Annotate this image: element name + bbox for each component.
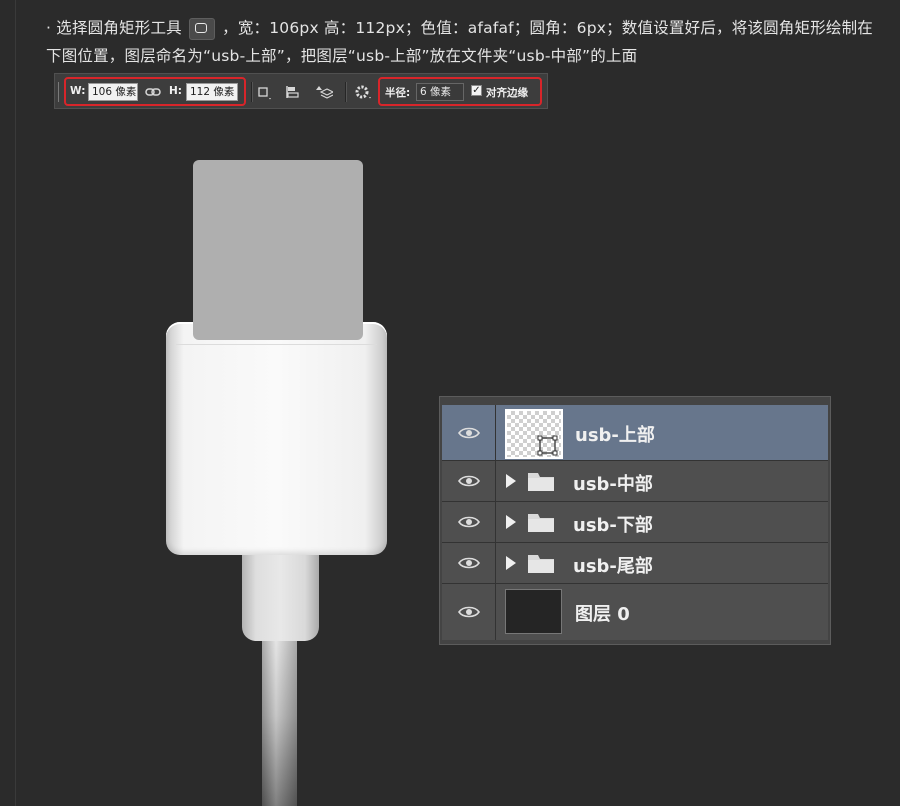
shape-options-toolbar: W: 106 像素 H: 112 像素 半径: 6 像素 ✓ 对齐边缘 [54,73,548,109]
expand-arrow-icon[interactable] [506,556,516,570]
path-operations-icon[interactable] [256,83,274,101]
radius-input[interactable]: 6 像素 [416,83,464,101]
usb-neck [242,555,319,641]
expand-arrow-icon[interactable] [506,474,516,488]
expand-arrow-icon[interactable] [506,515,516,529]
instruction-text-part: · 选择圆角矩形工具 [46,19,182,37]
folder-icon [528,514,554,532]
gear-icon[interactable] [353,83,373,101]
rounded-rectangle-tool-icon [189,17,215,40]
usb-body [166,322,387,555]
eye-icon [458,557,480,569]
width-input[interactable]: 106 像素 [88,83,138,101]
align-edges-checkbox[interactable]: ✓ [471,85,482,96]
eye-icon [458,475,480,487]
layer-name: usb-下部 [573,515,653,536]
left-guide-line [15,0,16,806]
layer-name: usb-上部 [575,425,655,446]
instruction-line-2: 下图位置，图层命名为“usb-上部”，把图层“usb-上部”放在文件夹“usb-… [46,47,638,65]
visibility-toggle[interactable] [442,461,496,501]
instruction-line-1: · 选择圆角矩形工具 ，宽：106px 高：112px；色值：afafaf；圆角… [46,14,876,42]
layer-thumbnail [505,409,563,459]
visibility-toggle[interactable] [442,543,496,583]
vector-mask-icon [537,435,558,456]
layer-name: usb-中部 [573,474,653,495]
height-label: H: [169,85,182,97]
layer-row-usb-lower[interactable]: usb-下部 [442,502,828,543]
eye-icon [458,606,480,618]
layers-panel: usb-上部 usb-中部 usb-下部 usb-尾部 图层 0 [439,396,831,645]
eye-icon [458,516,480,528]
usb-top-shape[interactable] [193,160,363,340]
toolbar-divider [345,82,347,102]
layer-name: usb-尾部 [573,556,653,577]
toolbar-grip[interactable] [58,82,59,102]
instruction-text-part: ，宽：106px 高：112px；色值：afafaf；圆角：6px；数值设置好后… [222,19,874,37]
align-edges-label: 对齐边缘 [486,87,528,99]
instruction-text: · 选择圆角矩形工具 ，宽：106px 高：112px；色值：afafaf；圆角… [46,14,876,70]
width-label: W: [70,85,86,97]
folder-icon [528,473,554,491]
usb-cable [262,641,297,806]
path-alignment-icon[interactable] [284,83,302,101]
layer-row-usb-middle[interactable]: usb-中部 [442,461,828,502]
height-input[interactable]: 112 像素 [186,83,238,101]
layer-row-usb-tail[interactable]: usb-尾部 [442,543,828,584]
folder-icon [528,555,554,573]
visibility-toggle[interactable] [442,584,496,640]
path-arrangement-icon[interactable] [313,83,335,101]
layer-row-usb-top[interactable]: usb-上部 [442,405,828,461]
eye-icon [458,427,480,438]
toolbar-divider [251,82,253,102]
layer-row-layer-0[interactable]: 图层 0 [442,584,828,640]
radius-label: 半径: [385,87,411,99]
visibility-toggle[interactable] [442,502,496,542]
layer-thumbnail [505,589,562,634]
visibility-toggle[interactable] [442,405,496,460]
link-dimensions-icon[interactable] [145,83,161,101]
layer-name: 图层 0 [575,604,630,625]
